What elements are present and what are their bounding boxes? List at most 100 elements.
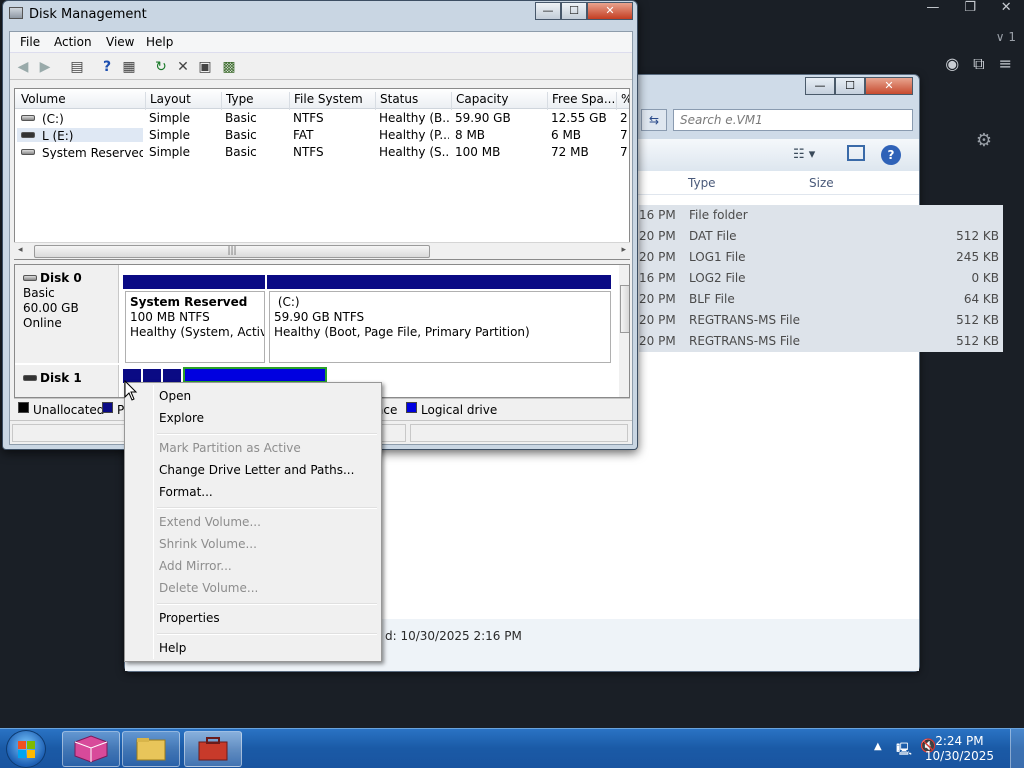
file-row[interactable]: 20 PM REGTRANS-MS File 512 KB [639, 331, 1003, 352]
vertical-scrollbar[interactable] [619, 265, 629, 397]
taskbar-app-1[interactable] [62, 731, 120, 767]
host-minimize-button[interactable]: — [926, 0, 939, 18]
volume-row[interactable]: (C:) Simple Basic NTFS Healthy (B... 59.90 GB… [15, 110, 629, 127]
menu-item-mark-active[interactable]: Mark Partition as Active [159, 441, 301, 455]
menu-item-open[interactable]: Open [159, 389, 191, 403]
hamburger-menu-icon[interactable]: ≡ [999, 54, 1012, 74]
menu-item-extend-volume[interactable]: Extend Volume... [159, 515, 261, 529]
show-hidden-icons-icon[interactable]: ▲ [874, 741, 882, 752]
menu-item-properties[interactable]: Properties [159, 611, 220, 625]
start-button[interactable] [6, 730, 46, 768]
col-volume[interactable]: Volume [17, 92, 66, 110]
explorer-maximize-button[interactable]: ☐ [835, 77, 865, 95]
volume-type: Basic [225, 111, 257, 125]
details-date: d: 10/30/2025 2:16 PM [385, 629, 522, 643]
scroll-right-icon[interactable]: ▸ [621, 245, 626, 255]
menu-view[interactable]: View [106, 35, 134, 49]
delete-icon[interactable]: ✕ [174, 58, 192, 76]
explorer-close-button[interactable]: ✕ [865, 77, 913, 95]
menu-item-format[interactable]: Format... [159, 485, 213, 499]
disk0-label[interactable]: Disk 0 Basic 60.00 GB Online [15, 265, 119, 363]
show-desktop-button[interactable] [1010, 729, 1024, 768]
file-type: LOG2 File [689, 271, 746, 285]
change-view-icon[interactable]: ☷ ▾ [793, 147, 815, 162]
host-tab-counter[interactable]: ∨ 1 [996, 30, 1016, 44]
menu-item-add-mirror[interactable]: Add Mirror... [159, 559, 232, 573]
menu-item-help[interactable]: Help [159, 641, 186, 655]
search-input[interactable]: Search e.VM1 [673, 109, 913, 131]
col-free-space[interactable]: Free Spa... [547, 92, 615, 110]
scrollbar-thumb[interactable]: ||| [34, 245, 430, 258]
volume-type: Basic [225, 128, 257, 142]
col-file-system[interactable]: File System [289, 92, 363, 110]
forward-icon[interactable]: ▶ [36, 58, 54, 76]
volume-row[interactable]: L (E:) Simple Basic FAT Healthy (P... 8 MB 6 M… [15, 127, 629, 144]
col-layout[interactable]: Layout [145, 92, 191, 110]
file-row[interactable]: 20 PM REGTRANS-MS File 512 KB [639, 310, 1003, 331]
volume-fs: NTFS [293, 111, 324, 125]
taskbar-computer-management[interactable] [184, 731, 242, 767]
explorer-minimize-button[interactable]: — [805, 77, 835, 95]
rescan-icon[interactable]: ▩ [220, 58, 238, 76]
vertical-scrollbar-thumb[interactable] [620, 285, 629, 333]
file-row[interactable]: 16 PM LOG2 File 0 KB [639, 268, 1003, 289]
file-row[interactable]: 16 PM File folder [639, 205, 1003, 226]
file-modified: 20 PM [639, 334, 676, 348]
file-row[interactable]: 20 PM BLF File 64 KB [639, 289, 1003, 310]
clock[interactable]: 2:24 PM 10/30/2025 [925, 734, 994, 764]
taskbar-explorer[interactable] [122, 731, 180, 767]
gear-icon[interactable]: ⚙ [976, 130, 992, 151]
maximize-button[interactable]: ☐ [561, 2, 587, 20]
partition-system-reserved[interactable]: System Reserved 100 MB NTFS Healthy (Sys… [125, 291, 265, 363]
disk1-extended-partition[interactable] [183, 367, 327, 383]
help-book-icon[interactable]: ? [98, 58, 116, 76]
file-type: REGTRANS-MS File [689, 313, 800, 327]
menu-item-delete-volume[interactable]: Delete Volume... [159, 581, 258, 595]
menu-item-explore[interactable]: Explore [159, 411, 204, 425]
menu-separator [157, 433, 377, 435]
network-icon[interactable]: 🖳 [896, 740, 912, 761]
list-view-icon[interactable]: ▦ [120, 58, 138, 76]
file-type: LOG1 File [689, 250, 746, 264]
volume-row[interactable]: System Reserved Simple Basic NTFS Healthy (S… [15, 144, 629, 161]
refresh-icon[interactable]: ⇆ [641, 109, 667, 131]
column-type[interactable]: Type [688, 176, 716, 190]
file-row[interactable]: 20 PM LOG1 File 245 KB [639, 247, 1003, 268]
properties-icon[interactable]: ▣ [196, 58, 214, 76]
close-button[interactable]: ✕ [587, 2, 633, 20]
disk1-partition-3[interactable] [163, 369, 181, 383]
account-icon[interactable]: ◉ [945, 54, 959, 74]
disk-icon [23, 275, 37, 281]
col-capacity[interactable]: Capacity [451, 92, 508, 110]
back-icon[interactable]: ◀ [14, 58, 32, 76]
volume-status: Healthy (P... [379, 128, 449, 142]
menu-item-change-drive-letter[interactable]: Change Drive Letter and Paths... [159, 463, 354, 477]
partition-bar-system-reserved [123, 275, 265, 289]
menu-item-shrink-volume[interactable]: Shrink Volume... [159, 537, 257, 551]
disk1-label[interactable]: Disk 1 [15, 365, 119, 397]
volume-layout: Simple [149, 145, 190, 159]
host-restore-button[interactable]: ❐ [964, 0, 976, 18]
col-percent[interactable]: % [616, 92, 629, 110]
column-size[interactable]: Size [809, 176, 834, 190]
file-modified: 20 PM [639, 229, 676, 243]
menu-action[interactable]: Action [54, 35, 92, 49]
file-row[interactable]: 20 PM DAT File 512 KB [639, 226, 1003, 247]
disk1-partition-2[interactable] [143, 369, 161, 383]
scroll-left-icon[interactable]: ◂ [18, 245, 23, 255]
minimize-button[interactable]: — [535, 2, 561, 20]
refresh-icon[interactable]: ↻ [152, 58, 170, 76]
preview-pane-icon[interactable] [847, 145, 865, 161]
menu-help[interactable]: Help [146, 35, 173, 49]
puzzle-icon[interactable]: ⧉ [973, 54, 984, 74]
help-icon[interactable]: ? [881, 145, 901, 165]
partition-c[interactable]: (C:) 59.90 GB NTFS Healthy (Boot, Page F… [269, 291, 611, 363]
horizontal-scrollbar[interactable]: ◂ ||| ▸ [14, 242, 630, 259]
console-tree-icon[interactable]: ▤ [68, 58, 86, 76]
col-status[interactable]: Status [375, 92, 418, 110]
drive-icon [21, 149, 35, 155]
menu-file[interactable]: File [20, 35, 40, 49]
host-close-button[interactable]: ✕ [1001, 0, 1012, 18]
volume-pct: 2: [620, 111, 629, 125]
col-type[interactable]: Type [221, 92, 254, 110]
